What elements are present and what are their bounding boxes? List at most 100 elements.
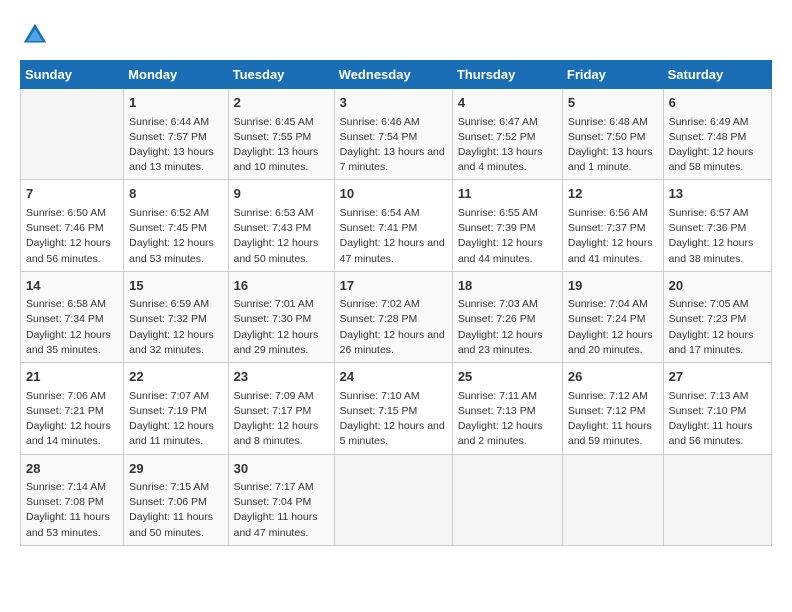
day-info: Sunrise: 7:13 AMSunset: 7:10 PMDaylight:… <box>669 389 766 450</box>
calendar-cell: 18Sunrise: 7:03 AMSunset: 7:26 PMDayligh… <box>452 271 562 362</box>
day-info: Sunrise: 7:12 AMSunset: 7:12 PMDaylight:… <box>568 389 658 450</box>
calendar-cell: 26Sunrise: 7:12 AMSunset: 7:12 PMDayligh… <box>562 363 663 454</box>
sunset: Sunset: 7:55 PM <box>234 131 312 143</box>
calendar-cell: 11Sunrise: 6:55 AMSunset: 7:39 PMDayligh… <box>452 180 562 271</box>
day-number: 7 <box>26 184 118 204</box>
sunset: Sunset: 7:28 PM <box>340 313 418 325</box>
daylight-hours: Daylight: 12 hours and 14 minutes. <box>26 420 111 447</box>
day-number: 28 <box>26 459 118 479</box>
sunrise: Sunrise: 6:52 AM <box>129 207 209 219</box>
daylight-hours: Daylight: 12 hours and 20 minutes. <box>568 329 653 356</box>
sunrise: Sunrise: 7:06 AM <box>26 390 106 402</box>
day-info: Sunrise: 7:04 AM Sunset: 7:24 PM Daylight:… <box>568 297 658 358</box>
day-info: Sunrise: 7:06 AM Sunset: 7:21 PM Daylight:… <box>26 389 118 450</box>
calendar-cell: 22Sunrise: 7:07 AMSunset: 7:19 PMDayligh… <box>124 363 228 454</box>
sunrise: Sunrise: 6:47 AM <box>458 116 538 128</box>
day-info: Sunrise: 7:02 AMSunset: 7:28 PMDaylight:… <box>340 297 447 358</box>
day-number: 13 <box>669 184 766 204</box>
calendar-cell: 5Sunrise: 6:48 AMSunset: 7:50 PMDaylight… <box>562 89 663 180</box>
day-number: 27 <box>669 367 766 387</box>
day-number: 12 <box>568 184 658 204</box>
daylight-hours: Daylight: 11 hours and 59 minutes. <box>568 420 652 447</box>
sunrise: Sunrise: 6:59 AM <box>129 298 209 310</box>
sunrise: Sunrise: 6:45 AM <box>234 116 314 128</box>
day-info: Sunrise: 6:58 AMSunset: 7:34 PMDaylight:… <box>26 297 118 358</box>
calendar-cell: 7Sunrise: 6:50 AMSunset: 7:46 PMDaylight… <box>21 180 124 271</box>
day-info: Sunrise: 6:44 AMSunset: 7:57 PMDaylight:… <box>129 115 222 176</box>
day-number: 25 <box>458 367 557 387</box>
day-number: 24 <box>340 367 447 387</box>
sunset: Sunset: 7:36 PM <box>669 222 747 234</box>
day-info: Sunrise: 6:50 AMSunset: 7:46 PMDaylight:… <box>26 206 118 267</box>
header-friday: Friday <box>562 61 663 89</box>
day-number: 30 <box>234 459 329 479</box>
day-number: 14 <box>26 276 118 296</box>
daylight-hours: Daylight: 12 hours and 5 minutes. <box>340 420 445 447</box>
daylight-hours: Daylight: 11 hours and 47 minutes. <box>234 511 318 538</box>
sunrise: Sunrise: 7:17 AM <box>234 481 314 493</box>
sunrise: Sunrise: 6:53 AM <box>234 207 314 219</box>
daylight-hours: Daylight: 11 hours and 53 minutes. <box>26 511 110 538</box>
sunset: Sunset: 7:23 PM <box>669 313 747 325</box>
daylight-hours: Daylight: 12 hours and 41 minutes. <box>568 237 653 264</box>
sunset: Sunset: 7:48 PM <box>669 131 747 143</box>
day-info: Sunrise: 7:14 AMSunset: 7:08 PMDaylight:… <box>26 480 118 541</box>
daylight-hours: Daylight: 13 hours and 1 minute. <box>568 146 653 173</box>
daylight-hours: Daylight: 13 hours and 7 minutes. <box>340 146 445 173</box>
calendar-cell: 28Sunrise: 7:14 AMSunset: 7:08 PMDayligh… <box>21 454 124 545</box>
calendar-cell: 4Sunrise: 6:47 AMSunset: 7:52 PMDaylight… <box>452 89 562 180</box>
calendar-cell: 6Sunrise: 6:49 AMSunset: 7:48 PMDaylight… <box>663 89 771 180</box>
day-number: 10 <box>340 184 447 204</box>
sunrise: Sunrise: 7:13 AM <box>669 390 749 402</box>
sunset: Sunset: 7:21 PM <box>26 405 104 417</box>
sunset: Sunset: 7:32 PM <box>129 313 207 325</box>
sunrise: Sunrise: 6:50 AM <box>26 207 106 219</box>
day-info: Sunrise: 7:01 AMSunset: 7:30 PMDaylight:… <box>234 297 329 358</box>
day-info: Sunrise: 6:53 AMSunset: 7:43 PMDaylight:… <box>234 206 329 267</box>
sunset: Sunset: 7:19 PM <box>129 405 207 417</box>
calendar-cell: 10Sunrise: 6:54 AMSunset: 7:41 PMDayligh… <box>334 180 452 271</box>
sunrise: Sunrise: 7:11 AM <box>458 390 537 402</box>
day-info: Sunrise: 6:55 AMSunset: 7:39 PMDaylight:… <box>458 206 557 267</box>
calendar-week-5: 28Sunrise: 7:14 AMSunset: 7:08 PMDayligh… <box>21 454 772 545</box>
calendar-cell <box>452 454 562 545</box>
day-number: 26 <box>568 367 658 387</box>
day-number: 16 <box>234 276 329 296</box>
sunset: Sunset: 7:34 PM <box>26 313 104 325</box>
sunrise: Sunrise: 6:55 AM <box>458 207 538 219</box>
day-number: 3 <box>340 93 447 113</box>
day-number: 6 <box>669 93 766 113</box>
day-info: Sunrise: 6:46 AMSunset: 7:54 PMDaylight:… <box>340 115 447 176</box>
header-wednesday: Wednesday <box>334 61 452 89</box>
day-info: Sunrise: 7:09 AMSunset: 7:17 PMDaylight:… <box>234 389 329 450</box>
sunrise: Sunrise: 7:15 AM <box>129 481 209 493</box>
calendar-cell: 13Sunrise: 6:57 AMSunset: 7:36 PMDayligh… <box>663 180 771 271</box>
sunset: Sunset: 7:12 PM <box>568 405 646 417</box>
daylight-hours: Daylight: 12 hours and 2 minutes. <box>458 420 543 447</box>
sunset: Sunset: 7:50 PM <box>568 131 646 143</box>
sunrise: Sunrise: 6:48 AM <box>568 116 648 128</box>
day-info: Sunrise: 6:56 AMSunset: 7:37 PMDaylight:… <box>568 206 658 267</box>
sunset: Sunset: 7:15 PM <box>340 405 418 417</box>
daylight-hours: Daylight: 12 hours and 29 minutes. <box>234 329 319 356</box>
calendar-week-2: 7Sunrise: 6:50 AMSunset: 7:46 PMDaylight… <box>21 180 772 271</box>
sunset: Sunset: 7:39 PM <box>458 222 536 234</box>
logo-icon <box>20 20 50 50</box>
sunrise: Sunrise: 7:04 AM <box>568 298 648 310</box>
calendar-cell: 24 Sunrise: 7:10 AM Sunset: 7:15 PM Dayligh… <box>334 363 452 454</box>
daylight-hours: Daylight: 13 hours and 4 minutes. <box>458 146 543 173</box>
sunset: Sunset: 7:13 PM <box>458 405 536 417</box>
calendar-header-row: SundayMondayTuesdayWednesdayThursdayFrid… <box>21 61 772 89</box>
daylight-hours: Daylight: 11 hours and 56 minutes. <box>669 420 753 447</box>
calendar-cell: 15Sunrise: 6:59 AMSunset: 7:32 PMDayligh… <box>124 271 228 362</box>
sunset: Sunset: 7:41 PM <box>340 222 418 234</box>
sunrise: Sunrise: 7:10 AM <box>340 390 420 402</box>
day-info: Sunrise: 7:17 AMSunset: 7:04 PMDaylight:… <box>234 480 329 541</box>
day-info: Sunrise: 6:45 AM Sunset: 7:55 PM Daylight:… <box>234 115 329 176</box>
daylight-hours: Daylight: 13 hours and 10 minutes. <box>234 146 319 173</box>
daylight-hours: Daylight: 12 hours and 53 minutes. <box>129 237 214 264</box>
sunset: Sunset: 7:43 PM <box>234 222 312 234</box>
sunset: Sunset: 7:24 PM <box>568 313 646 325</box>
header-tuesday: Tuesday <box>228 61 334 89</box>
calendar-cell: 8Sunrise: 6:52 AMSunset: 7:45 PMDaylight… <box>124 180 228 271</box>
